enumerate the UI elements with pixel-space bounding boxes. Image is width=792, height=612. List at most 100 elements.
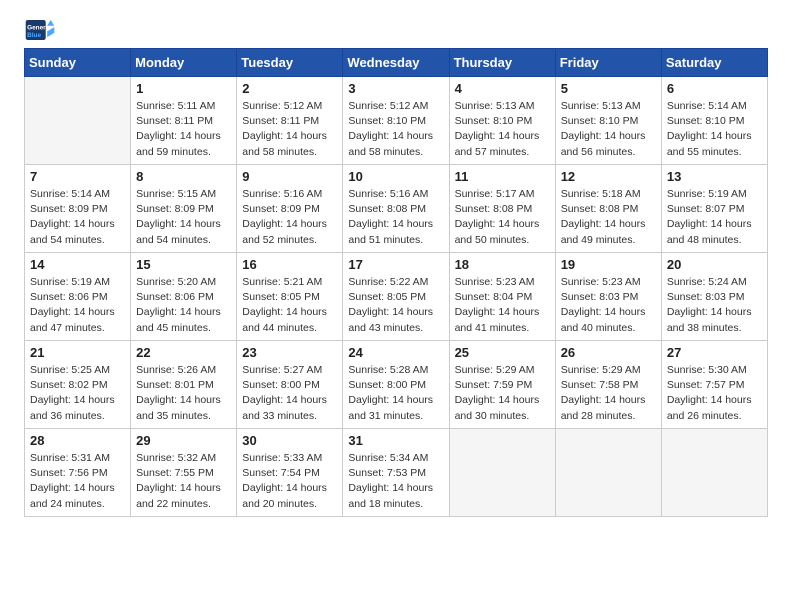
calendar-header-row: SundayMondayTuesdayWednesdayThursdayFrid…: [25, 49, 768, 77]
calendar-cell: 2 Sunrise: 5:12 AMSunset: 8:11 PMDaylight…: [237, 77, 343, 165]
calendar-week-row: 14Sunrise: 5:19 AMSunset: 8:06 PMDayligh…: [25, 253, 768, 341]
calendar-cell: 7 Sunrise: 5:14 AMSunset: 8:09 PMDaylight…: [25, 165, 131, 253]
cell-info: Sunrise: 5:13 AMSunset: 8:10 PMDaylight:…: [455, 99, 550, 160]
svg-text:Blue: Blue: [27, 32, 41, 39]
calendar-cell: 28 Sunrise: 5:31 AMSunset: 7:56 PMDayligh…: [25, 429, 131, 517]
calendar-cell: [661, 429, 767, 517]
day-number: 7: [30, 169, 125, 184]
cell-info: Sunrise: 5:14 AMSunset: 8:10 PMDaylight:…: [667, 99, 762, 160]
calendar-cell: 13 Sunrise: 5:19 AMSunset: 8:07 PMDayligh…: [661, 165, 767, 253]
calendar-cell: 17Sunrise: 5:22 AMSunset: 8:05 PMDayligh…: [343, 253, 449, 341]
calendar-cell: 21 Sunrise: 5:25 AMSunset: 8:02 PMDayligh…: [25, 341, 131, 429]
cell-info: Sunrise: 5:16 AMSunset: 8:09 PMDaylight:…: [242, 187, 337, 248]
day-number: 19: [561, 257, 656, 272]
day-number: 25: [455, 345, 550, 360]
day-number: 22: [136, 345, 231, 360]
day-number: 26: [561, 345, 656, 360]
calendar-cell: 1 Sunrise: 5:11 AMSunset: 8:11 PMDaylight…: [131, 77, 237, 165]
cell-info: Sunrise: 5:34 AMSunset: 7:53 PMDaylight:…: [348, 451, 443, 512]
calendar-cell: 8 Sunrise: 5:15 AMSunset: 8:09 PMDaylight…: [131, 165, 237, 253]
day-number: 31: [348, 433, 443, 448]
day-header-monday: Monday: [131, 49, 237, 77]
day-header-wednesday: Wednesday: [343, 49, 449, 77]
calendar-cell: [449, 429, 555, 517]
calendar-cell: 4 Sunrise: 5:13 AMSunset: 8:10 PMDaylight…: [449, 77, 555, 165]
calendar-cell: [25, 77, 131, 165]
calendar-cell: 31 Sunrise: 5:34 AMSunset: 7:53 PMDayligh…: [343, 429, 449, 517]
day-number: 21: [30, 345, 125, 360]
calendar-week-row: 7 Sunrise: 5:14 AMSunset: 8:09 PMDaylight…: [25, 165, 768, 253]
calendar-cell: 26 Sunrise: 5:29 AMSunset: 7:58 PMDayligh…: [555, 341, 661, 429]
calendar-cell: 25Sunrise: 5:29 AMSunset: 7:59 PMDayligh…: [449, 341, 555, 429]
calendar-cell: 19 Sunrise: 5:23 AMSunset: 8:03 PMDayligh…: [555, 253, 661, 341]
calendar-cell: 30 Sunrise: 5:33 AMSunset: 7:54 PMDayligh…: [237, 429, 343, 517]
cell-info: Sunrise: 5:19 AMSunset: 8:07 PMDaylight:…: [667, 187, 762, 248]
calendar-cell: 3Sunrise: 5:12 AMSunset: 8:10 PMDaylight…: [343, 77, 449, 165]
day-number: 28: [30, 433, 125, 448]
calendar-cell: 5Sunrise: 5:13 AMSunset: 8:10 PMDaylight…: [555, 77, 661, 165]
cell-info: Sunrise: 5:31 AMSunset: 7:56 PMDaylight:…: [30, 451, 125, 512]
day-number: 13: [667, 169, 762, 184]
day-number: 10: [348, 169, 443, 184]
calendar-cell: 6 Sunrise: 5:14 AMSunset: 8:10 PMDaylight…: [661, 77, 767, 165]
cell-info: Sunrise: 5:14 AMSunset: 8:09 PMDaylight:…: [30, 187, 125, 248]
cell-info: Sunrise: 5:33 AMSunset: 7:54 PMDaylight:…: [242, 451, 337, 512]
day-number: 30: [242, 433, 337, 448]
day-number: 12: [561, 169, 656, 184]
day-number: 11: [455, 169, 550, 184]
day-number: 1: [136, 81, 231, 96]
calendar-cell: [555, 429, 661, 517]
calendar-cell: 9 Sunrise: 5:16 AMSunset: 8:09 PMDaylight…: [237, 165, 343, 253]
cell-info: Sunrise: 5:17 AMSunset: 8:08 PMDaylight:…: [455, 187, 550, 248]
day-number: 20: [667, 257, 762, 272]
cell-info: Sunrise: 5:11 AMSunset: 8:11 PMDaylight:…: [136, 99, 231, 160]
cell-info: Sunrise: 5:25 AMSunset: 8:02 PMDaylight:…: [30, 363, 125, 424]
calendar-table: SundayMondayTuesdayWednesdayThursdayFrid…: [24, 48, 768, 517]
day-number: 9: [242, 169, 337, 184]
day-number: 6: [667, 81, 762, 96]
page-header: General Blue: [24, 20, 768, 40]
cell-info: Sunrise: 5:12 AMSunset: 8:11 PMDaylight:…: [242, 99, 337, 160]
day-number: 2: [242, 81, 337, 96]
cell-info: Sunrise: 5:28 AMSunset: 8:00 PMDaylight:…: [348, 363, 443, 424]
day-number: 3: [348, 81, 443, 96]
day-number: 4: [455, 81, 550, 96]
calendar-cell: 18 Sunrise: 5:23 AMSunset: 8:04 PMDayligh…: [449, 253, 555, 341]
day-number: 8: [136, 169, 231, 184]
cell-info: Sunrise: 5:20 AMSunset: 8:06 PMDaylight:…: [136, 275, 231, 336]
cell-info: Sunrise: 5:32 AMSunset: 7:55 PMDaylight:…: [136, 451, 231, 512]
cell-info: Sunrise: 5:15 AMSunset: 8:09 PMDaylight:…: [136, 187, 231, 248]
calendar-cell: 22 Sunrise: 5:26 AMSunset: 8:01 PMDayligh…: [131, 341, 237, 429]
day-number: 14: [30, 257, 125, 272]
logo-icon: General Blue: [24, 20, 56, 40]
day-header-sunday: Sunday: [25, 49, 131, 77]
cell-info: Sunrise: 5:18 AMSunset: 8:08 PMDaylight:…: [561, 187, 656, 248]
calendar-cell: 23 Sunrise: 5:27 AMSunset: 8:00 PMDayligh…: [237, 341, 343, 429]
calendar-week-row: 21 Sunrise: 5:25 AMSunset: 8:02 PMDayligh…: [25, 341, 768, 429]
cell-info: Sunrise: 5:27 AMSunset: 8:00 PMDaylight:…: [242, 363, 337, 424]
day-number: 29: [136, 433, 231, 448]
day-number: 18: [455, 257, 550, 272]
day-header-tuesday: Tuesday: [237, 49, 343, 77]
cell-info: Sunrise: 5:23 AMSunset: 8:03 PMDaylight:…: [561, 275, 656, 336]
day-number: 24: [348, 345, 443, 360]
calendar-cell: 14Sunrise: 5:19 AMSunset: 8:06 PMDayligh…: [25, 253, 131, 341]
day-number: 23: [242, 345, 337, 360]
calendar-cell: 15 Sunrise: 5:20 AMSunset: 8:06 PMDayligh…: [131, 253, 237, 341]
cell-info: Sunrise: 5:22 AMSunset: 8:05 PMDaylight:…: [348, 275, 443, 336]
cell-info: Sunrise: 5:13 AMSunset: 8:10 PMDaylight:…: [561, 99, 656, 160]
cell-info: Sunrise: 5:21 AMSunset: 8:05 PMDaylight:…: [242, 275, 337, 336]
cell-info: Sunrise: 5:26 AMSunset: 8:01 PMDaylight:…: [136, 363, 231, 424]
calendar-cell: 24 Sunrise: 5:28 AMSunset: 8:00 PMDayligh…: [343, 341, 449, 429]
calendar-cell: 16 Sunrise: 5:21 AMSunset: 8:05 PMDayligh…: [237, 253, 343, 341]
cell-info: Sunrise: 5:16 AMSunset: 8:08 PMDaylight:…: [348, 187, 443, 248]
calendar-cell: 29 Sunrise: 5:32 AMSunset: 7:55 PMDayligh…: [131, 429, 237, 517]
cell-info: Sunrise: 5:29 AMSunset: 7:58 PMDaylight:…: [561, 363, 656, 424]
calendar-cell: 20Sunrise: 5:24 AMSunset: 8:03 PMDayligh…: [661, 253, 767, 341]
cell-info: Sunrise: 5:30 AMSunset: 7:57 PMDaylight:…: [667, 363, 762, 424]
day-number: 15: [136, 257, 231, 272]
cell-info: Sunrise: 5:23 AMSunset: 8:04 PMDaylight:…: [455, 275, 550, 336]
day-header-friday: Friday: [555, 49, 661, 77]
day-number: 16: [242, 257, 337, 272]
calendar-week-row: 28 Sunrise: 5:31 AMSunset: 7:56 PMDayligh…: [25, 429, 768, 517]
